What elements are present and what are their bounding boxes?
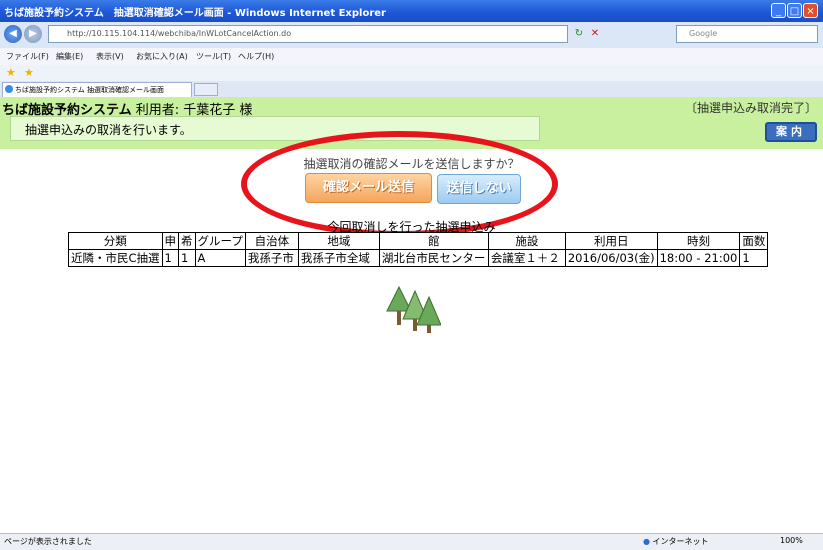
status-bar: ページが表示されました ● インターネット 100% [0, 533, 823, 550]
cell-time: 18:00 - 21:00 [656, 249, 741, 267]
menu-favorites[interactable]: お気に入り(A) [136, 51, 188, 62]
favorites-star-icon[interactable]: ★ [6, 66, 16, 79]
guide-button[interactable]: 案内 [765, 122, 817, 142]
menu-view[interactable]: 表示(V) [96, 51, 124, 62]
favorites-bar: ★ ★ [0, 65, 823, 81]
trees-icon [386, 285, 441, 333]
table-header-row: 分類 申 希 グループ 自治体 地域 館 施設 利用日 時刻 面数 [68, 232, 769, 250]
cell-municipality: 我孫子市 [244, 249, 299, 267]
maximize-icon[interactable]: □ [787, 3, 802, 18]
new-tab-button[interactable] [194, 83, 218, 96]
menu-bar: ファイル(F) 編集(E) 表示(V) お気に入り(A) ツール(T) ヘルプ(… [0, 48, 823, 66]
menu-edit[interactable]: 編集(E) [56, 51, 83, 62]
table-row: 近隣・市民C抽選 1 1 A 我孫子市 我孫子市全域 湖北台市民センター 会議室… [68, 249, 769, 267]
address-url: http://10.115.104.114/webchiba/InWLotCan… [67, 29, 292, 38]
cell-building: 湖北台市民センター [378, 249, 489, 267]
window-title: ちば施設予約システム 抽選取消確認メール画面 - Windows Interne… [4, 8, 386, 19]
col-count: 面数 [739, 232, 769, 250]
forward-icon[interactable]: ▶ [24, 25, 42, 43]
zoom-level[interactable]: 100% [780, 536, 803, 545]
close-icon[interactable]: × [803, 3, 818, 18]
zone-label: インターネット [652, 537, 709, 546]
col-area: 地域 [297, 232, 380, 250]
col-time: 時刻 [656, 232, 741, 250]
menu-file[interactable]: ファイル(F) [6, 51, 49, 62]
col-pref: 希 [178, 232, 196, 250]
status-text: ページが表示されました [4, 537, 92, 546]
refresh-icon[interactable]: ↻ [572, 26, 586, 42]
cell-date: 2016/06/03(金) [564, 249, 658, 267]
col-building: 館 [378, 232, 489, 250]
page-status: 〔抽選申込み取消完了〕 [684, 101, 817, 115]
cell-category: 近隣・市民C抽選 [68, 249, 163, 267]
security-zone: ● インターネット [643, 536, 709, 547]
add-favorite-icon[interactable]: ★ [24, 66, 34, 79]
stop-icon[interactable]: ✕ [588, 26, 602, 42]
cell-count: 1 [739, 249, 769, 267]
address-bar[interactable]: http://10.115.104.114/webchiba/InWLotCan… [48, 25, 568, 43]
col-group: グループ [194, 232, 246, 250]
tab-current[interactable]: ちば施設予約システム 抽選取消確認メール画面 [2, 82, 192, 97]
menu-tools[interactable]: ツール(T) [196, 51, 231, 62]
cell-pref: 1 [178, 249, 196, 267]
col-app: 申 [161, 232, 180, 250]
globe-icon: ● [643, 537, 650, 546]
search-input[interactable]: Google [676, 25, 818, 43]
search-placeholder: Google [689, 29, 718, 38]
back-icon[interactable]: ◀ [4, 25, 22, 43]
window-titlebar: ちば施設予約システム 抽選取消確認メール画面 - Windows Interne… [0, 0, 823, 22]
col-municipality: 自治体 [244, 232, 299, 250]
tab-bar: ちば施設予約システム 抽選取消確認メール画面 [0, 81, 823, 98]
minimize-icon[interactable]: _ [771, 3, 786, 18]
col-facility: 施設 [487, 232, 566, 250]
message-text: 抽選申込みの取消を行います。 [25, 123, 192, 137]
col-date: 利用日 [564, 232, 658, 250]
menu-help[interactable]: ヘルプ(H) [238, 51, 274, 62]
cell-app: 1 [161, 249, 180, 267]
col-category: 分類 [68, 232, 163, 250]
cell-facility: 会議室１＋２ [487, 249, 566, 267]
address-row: ◀ ▶ http://10.115.104.114/webchiba/InWLo… [0, 22, 823, 49]
tab-label: ちば施設予約システム 抽選取消確認メール画面 [15, 86, 165, 94]
page-icon [5, 85, 13, 93]
cell-group: A [194, 249, 246, 267]
cell-area: 我孫子市全域 [297, 249, 380, 267]
cancelled-lottery-table: 分類 申 希 グループ 自治体 地域 館 施設 利用日 時刻 面数 近隣・市民C… [68, 232, 769, 267]
